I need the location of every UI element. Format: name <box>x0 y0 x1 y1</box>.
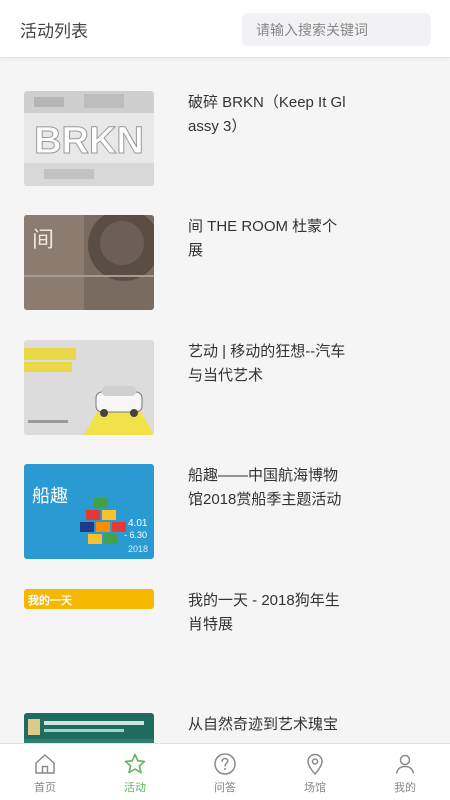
app: 活动列表 BRKN 破碎 BRKN（Keep It Glassy 3） <box>0 0 450 800</box>
brkn-poster-image: BRKN <box>24 91 154 186</box>
boat-poster-image: 船趣 4.01 - 6.30 2018 <box>24 464 154 559</box>
user-icon <box>395 754 415 774</box>
list-item[interactable]: 从自然奇迹到艺术瑰宝 <box>0 713 450 743</box>
tab-label: 问答 <box>214 782 236 794</box>
list-item[interactable]: 艺动 | 移动的狂想--汽车与当代艺术 <box>0 340 450 464</box>
activity-title[interactable]: 间 THE ROOM 杜蒙个展 <box>188 215 348 263</box>
search-input[interactable] <box>242 13 431 46</box>
activity-title[interactable]: 我的一天 - 2018狗年生肖特展 <box>188 589 348 637</box>
car-art-poster-image <box>24 340 154 435</box>
activity-title[interactable]: 船趣——中国航海博物馆2018赏船季主题活动 <box>188 464 348 512</box>
car-art-poster-thumbnail[interactable] <box>24 340 154 435</box>
the-room-poster-thumbnail[interactable]: 间 <box>24 215 154 310</box>
home-icon <box>35 754 55 774</box>
dog-year-poster-thumbnail[interactable]: 我的一天 <box>24 589 154 609</box>
header: 活动列表 <box>0 0 450 58</box>
activity-title[interactable]: 从自然奇迹到艺术瑰宝 <box>188 713 348 737</box>
tab-label: 场馆 <box>304 782 326 794</box>
tab-bar: 首页 活动 问答 场馆 我的 <box>0 743 450 800</box>
boat-poster-date-end: - 6.30 <box>124 530 147 540</box>
brkn-poster-text: BRKN <box>34 120 144 162</box>
tab-activities[interactable]: 活动 <box>90 744 180 800</box>
the-room-poster-text: 间 <box>32 228 54 253</box>
star-icon <box>124 753 146 774</box>
boat-poster-text: 船趣 <box>32 486 68 507</box>
page-title: 活动列表 <box>20 22 88 41</box>
nature-art-poster-image <box>24 713 154 743</box>
tab-mine[interactable]: 我的 <box>360 744 450 800</box>
boat-poster-date: 4.01 <box>128 518 148 529</box>
tab-label: 我的 <box>394 782 416 794</box>
tab-label: 首页 <box>34 782 56 794</box>
list-item[interactable]: 我的一天 我的一天 - 2018狗年生肖特展 <box>0 589 450 713</box>
list-item[interactable]: 间 间 THE ROOM 杜蒙个展 <box>0 215 450 339</box>
the-room-poster-image: 间 <box>24 215 154 310</box>
boat-poster-thumbnail[interactable]: 船趣 4.01 - 6.30 2018 <box>24 464 154 559</box>
list-item[interactable]: 船趣 4.01 - 6.30 2018 船趣——中国航海博物馆2018赏船季主题… <box>0 464 450 588</box>
dog-year-poster-text: 我的一天 <box>28 593 73 607</box>
brkn-poster-thumbnail[interactable]: BRKN <box>24 91 154 186</box>
tab-qa[interactable]: 问答 <box>180 744 270 800</box>
boat-poster-year: 2018 <box>128 544 148 554</box>
question-icon <box>214 753 236 775</box>
activity-list: BRKN 破碎 BRKN（Keep It Glassy 3） 间 间 THE R… <box>0 59 450 743</box>
nature-art-poster-thumbnail[interactable] <box>24 713 154 743</box>
tab-label: 活动 <box>124 782 146 794</box>
activity-title[interactable]: 破碎 BRKN（Keep It Glassy 3） <box>188 91 348 139</box>
list-item[interactable]: BRKN 破碎 BRKN（Keep It Glassy 3） <box>0 91 450 215</box>
tab-home[interactable]: 首页 <box>0 744 90 800</box>
activity-title[interactable]: 艺动 | 移动的狂想--汽车与当代艺术 <box>188 340 348 388</box>
dog-year-poster-image: 我的一天 <box>24 589 154 609</box>
location-icon <box>307 753 323 776</box>
tab-venues[interactable]: 场馆 <box>270 744 360 800</box>
